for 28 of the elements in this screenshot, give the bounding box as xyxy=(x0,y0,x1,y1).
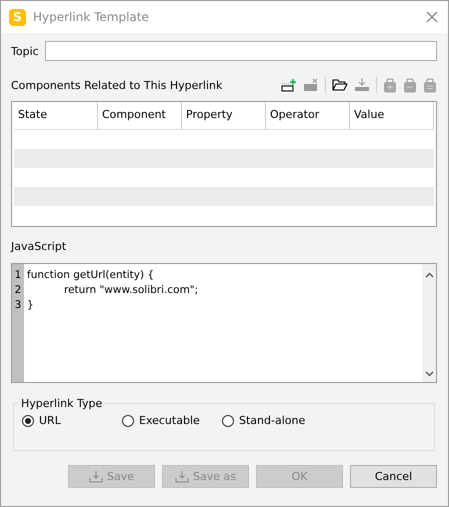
radio-option[interactable]: Stand-alone xyxy=(222,414,322,427)
group-legend: Hyperlink Type xyxy=(18,397,106,410)
column-header[interactable]: Value xyxy=(350,102,434,129)
close-icon[interactable] xyxy=(426,11,438,23)
folder-icon[interactable] xyxy=(332,78,348,92)
topic-field[interactable] xyxy=(44,41,437,61)
column-header[interactable]: State xyxy=(14,102,98,129)
dialog-button[interactable]: Cancel xyxy=(350,465,437,488)
code-editor[interactable]: 1 2 3 function getUrl(entity) { return "www.solibri.com"; } xyxy=(11,263,437,383)
radio-option[interactable]: Executable xyxy=(122,414,222,427)
add-row-icon[interactable] xyxy=(281,78,297,92)
column-header[interactable]: Component xyxy=(98,102,182,129)
line-number: 1 xyxy=(14,268,22,283)
line-number: 2 xyxy=(14,283,22,298)
section-heading: JavaScript xyxy=(11,240,68,253)
line-number: 3 xyxy=(14,298,22,313)
code-line: return "www.solibri.com"; xyxy=(63,283,200,298)
code-line: } xyxy=(27,298,35,313)
scroll-down-icon[interactable] xyxy=(424,371,434,377)
column-header[interactable]: Property xyxy=(182,102,266,129)
topic-label: Topic xyxy=(11,44,39,58)
column-header[interactable]: Operator xyxy=(266,102,350,129)
app-logo: S xyxy=(9,8,26,26)
code-line: function getUrl(entity) { xyxy=(27,268,156,283)
scroll-up-icon[interactable] xyxy=(424,272,434,278)
section-heading: Components Related to This Hyperlink xyxy=(11,78,222,92)
radio-option[interactable]: URL xyxy=(22,414,122,427)
window-title: Hyperlink Template xyxy=(33,10,150,24)
